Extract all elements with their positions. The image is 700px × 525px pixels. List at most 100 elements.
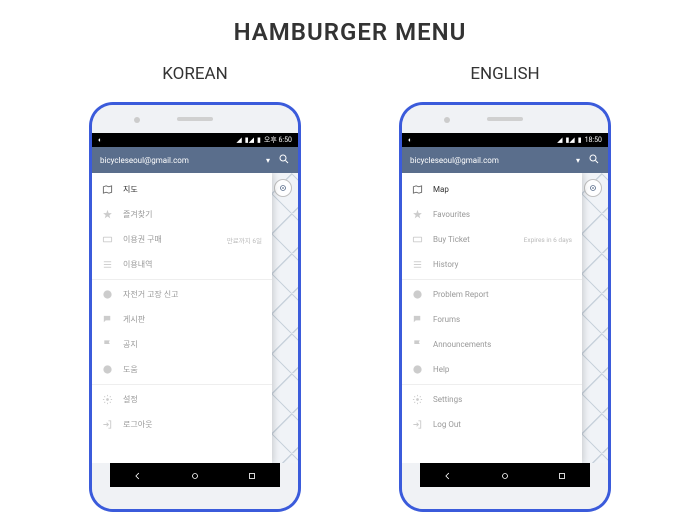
history-icon xyxy=(102,259,113,270)
status-time: 18:50 xyxy=(585,136,602,144)
status-app-icon: ◐ xyxy=(408,136,412,144)
locate-button[interactable] xyxy=(584,179,602,197)
menu-label: Favourites xyxy=(433,210,572,219)
star-icon xyxy=(412,209,423,220)
menu-label: Announcements xyxy=(433,340,572,349)
account-email[interactable]: bicycleseoul@gmail.com xyxy=(410,156,576,165)
recents-button[interactable] xyxy=(247,466,257,485)
map-icon xyxy=(412,184,423,195)
menu-label: Settings xyxy=(433,395,572,404)
help-icon xyxy=(102,364,113,375)
status-bar: ◐ ◢ ▮◢ ▮ 18:50 xyxy=(402,133,608,147)
phone-inner: ◐ ◢ ▮◢ ▮ 18:50 bicycleseoul@gmail.com ▾ xyxy=(402,105,608,509)
info-icon xyxy=(102,289,113,300)
app-header: bicycleseoul@gmail.com ▾ xyxy=(402,147,608,173)
menu-item-favourites[interactable]: Favourites xyxy=(402,202,582,227)
menu-label: 설정 xyxy=(123,394,262,405)
menu-item-buy-ticket[interactable]: Buy Ticket Expires in 6 days xyxy=(402,227,582,252)
menu-item-forums[interactable]: 게시판 xyxy=(92,307,272,332)
nav-bar-wrapper xyxy=(402,463,608,497)
screen-body: Map Favourites Buy Ticket Expires in 6 d… xyxy=(402,173,608,463)
page-title: HAMBURGER MENU xyxy=(0,0,700,46)
menu-label: Map xyxy=(433,185,572,194)
speaker-slot xyxy=(487,117,523,121)
menu-item-forums[interactable]: Forums xyxy=(402,307,582,332)
help-icon xyxy=(412,364,423,375)
star-icon xyxy=(102,209,113,220)
menu-label: 이용권 구매 xyxy=(123,234,217,245)
search-icon[interactable] xyxy=(588,153,600,167)
info-icon xyxy=(412,289,423,300)
menu-label: Problem Report xyxy=(433,290,572,299)
flag-icon xyxy=(412,339,423,350)
wifi-icon: ◢ xyxy=(557,136,562,144)
menu-item-logout[interactable]: 로그아웃 xyxy=(92,412,272,437)
android-nav-bar xyxy=(110,463,280,487)
logout-icon xyxy=(412,419,423,430)
lang-label-english: ENGLISH xyxy=(470,64,539,84)
menu-item-announcements[interactable]: Announcements xyxy=(402,332,582,357)
menu-label: History xyxy=(433,260,572,269)
menu-item-logout[interactable]: Log Out xyxy=(402,412,582,437)
lang-label-korean: KOREAN xyxy=(162,64,227,84)
screen-body: 지도 즐겨찾기 이용권 구매 만료까지 6일 xyxy=(92,173,298,463)
logout-icon xyxy=(102,419,113,430)
phone-top-bezel xyxy=(92,105,298,133)
phones-container: KOREAN ◐ ◢ ▮◢ ▮ 오후 6:50 xyxy=(0,64,700,512)
wifi-icon: ◢ xyxy=(236,136,241,144)
menu-label: 공지 xyxy=(123,339,262,350)
menu-item-announcements[interactable]: 공지 xyxy=(92,332,272,357)
menu-item-buy-ticket[interactable]: 이용권 구매 만료까지 6일 xyxy=(92,227,272,252)
gear-icon xyxy=(412,394,423,405)
menu-item-map[interactable]: 지도 xyxy=(92,177,272,202)
status-time: 오후 6:50 xyxy=(264,135,292,145)
ticket-icon xyxy=(412,234,423,245)
back-button[interactable] xyxy=(133,466,143,485)
flag-icon xyxy=(102,339,113,350)
menu-label: 로그아웃 xyxy=(123,419,262,430)
forum-icon xyxy=(102,314,113,325)
locate-button[interactable] xyxy=(274,179,292,197)
menu-sublabel: Expires in 6 days xyxy=(524,236,572,244)
phone-top-bezel xyxy=(402,105,608,133)
menu-item-help[interactable]: 도움 xyxy=(92,357,272,382)
phone-bottom-bezel xyxy=(92,497,298,509)
phone-bottom-bezel xyxy=(402,497,608,509)
menu-item-favourites[interactable]: 즐겨찾기 xyxy=(92,202,272,227)
menu-label: Help xyxy=(433,365,572,374)
menu-item-history[interactable]: 이용내역 xyxy=(92,252,272,277)
home-button[interactable] xyxy=(500,466,510,485)
dropdown-icon[interactable]: ▾ xyxy=(576,156,580,165)
account-email[interactable]: bicycleseoul@gmail.com xyxy=(100,156,266,165)
nav-bar-wrapper xyxy=(92,463,298,497)
menu-item-map[interactable]: Map xyxy=(402,177,582,202)
menu-item-settings[interactable]: 설정 xyxy=(92,384,272,412)
phone-inner: ◐ ◢ ▮◢ ▮ 오후 6:50 bicycleseoul@gmail.com … xyxy=(92,105,298,509)
menu-label: 자전거 고장 신고 xyxy=(123,289,262,300)
menu-item-settings[interactable]: Settings xyxy=(402,384,582,412)
map-icon xyxy=(102,184,113,195)
menu-label: 도움 xyxy=(123,364,262,375)
camera-dot xyxy=(444,117,450,123)
menu-item-problem-report[interactable]: Problem Report xyxy=(402,279,582,307)
menu-item-history[interactable]: History xyxy=(402,252,582,277)
search-icon[interactable] xyxy=(278,153,290,167)
back-button[interactable] xyxy=(443,466,453,485)
menu-label: Buy Ticket xyxy=(433,235,514,244)
recents-button[interactable] xyxy=(557,466,567,485)
menu-label: 지도 xyxy=(123,184,262,195)
menu-item-problem-report[interactable]: 자전거 고장 신고 xyxy=(92,279,272,307)
phone-column-english: ENGLISH ◐ ◢ ▮◢ ▮ 18:50 xyxy=(399,64,611,512)
menu-label: Log Out xyxy=(433,420,572,429)
app-header: bicycleseoul@gmail.com ▾ xyxy=(92,147,298,173)
menu-item-help[interactable]: Help xyxy=(402,357,582,382)
forum-icon xyxy=(412,314,423,325)
battery-icon: ▮ xyxy=(257,136,261,144)
nav-drawer: Map Favourites Buy Ticket Expires in 6 d… xyxy=(402,173,582,463)
ticket-icon xyxy=(102,234,113,245)
camera-dot xyxy=(134,117,140,123)
home-button[interactable] xyxy=(190,466,200,485)
phone-frame: ◐ ◢ ▮◢ ▮ 오후 6:50 bicycleseoul@gmail.com … xyxy=(89,102,301,512)
dropdown-icon[interactable]: ▾ xyxy=(266,156,270,165)
nav-drawer: 지도 즐겨찾기 이용권 구매 만료까지 6일 xyxy=(92,173,272,463)
